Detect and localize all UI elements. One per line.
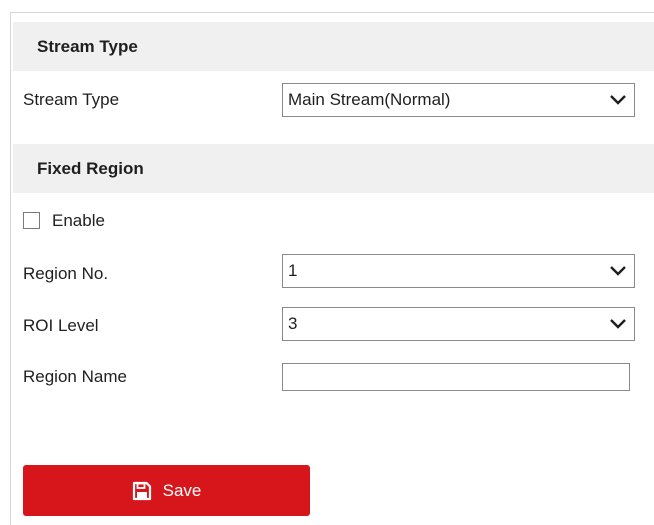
region-no-label: Region No.: [23, 264, 109, 283]
region-name-input[interactable]: [282, 363, 630, 391]
stream-type-label: Stream Type: [23, 90, 120, 109]
region-no-select-value: 1: [288, 261, 298, 280]
save-button-label: Save: [162, 480, 202, 500]
region-name-label: Region Name: [23, 367, 127, 386]
region-no-select[interactable]: 1: [282, 254, 635, 288]
roi-level-select-value: 3: [288, 314, 298, 333]
roi-level-select[interactable]: 3: [282, 307, 635, 341]
chevron-down-icon: [610, 319, 626, 329]
save-icon: [132, 481, 151, 500]
save-button[interactable]: Save: [23, 465, 310, 516]
chevron-down-icon: [610, 95, 626, 105]
roi-level-label: ROI Level: [23, 316, 99, 335]
enable-label: Enable: [52, 211, 105, 230]
enable-checkbox[interactable]: [23, 212, 40, 229]
fixed-region-section-title: Fixed Region: [37, 159, 144, 178]
stream-type-section-title: Stream Type: [37, 37, 138, 56]
stream-type-select-value: Main Stream(Normal): [288, 90, 451, 109]
chevron-down-icon: [610, 266, 626, 276]
stream-type-section-header: Stream Type: [13, 22, 654, 71]
fixed-region-section-header: Fixed Region: [13, 144, 654, 193]
stream-type-select[interactable]: Main Stream(Normal): [282, 83, 635, 117]
